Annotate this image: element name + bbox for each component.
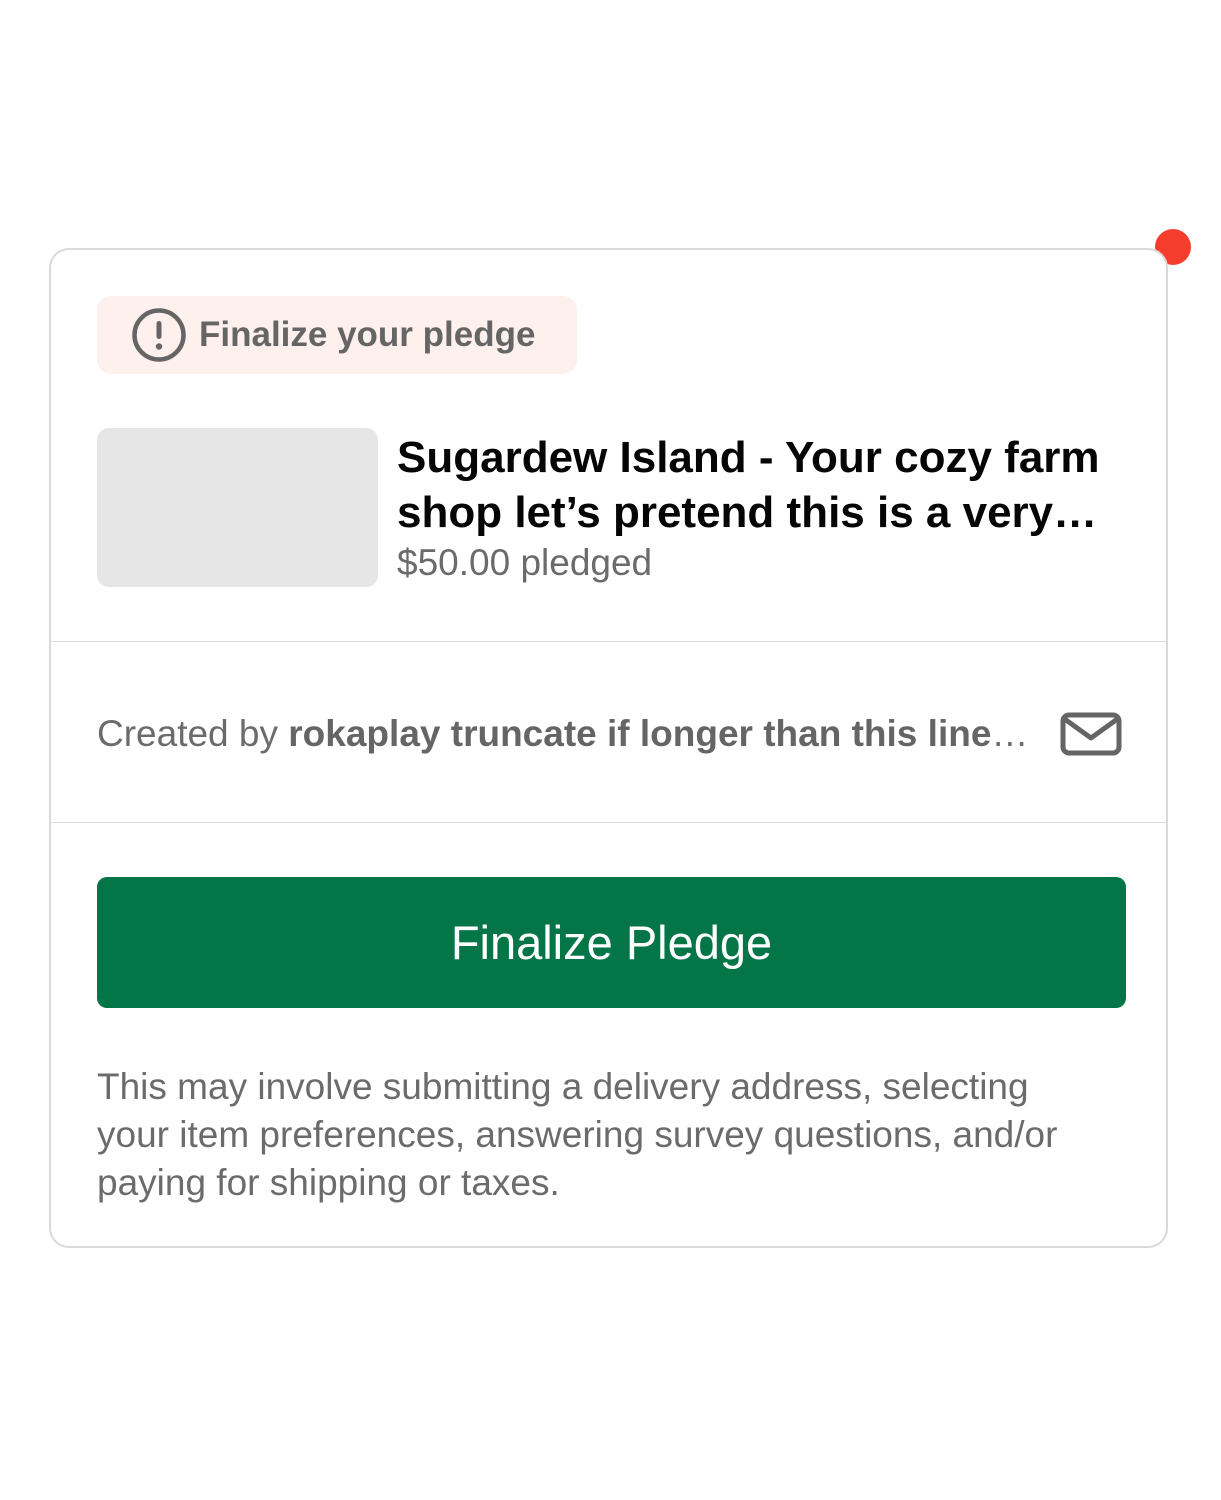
finalize-note: This may involve submitting a delivery a… <box>97 1066 1058 1203</box>
status-badge-label: Finalize your pledge <box>199 315 536 354</box>
pledged-amount: $50.00 pledged <box>397 542 653 583</box>
creator-row: Created by rokaplay truncate if longer t… <box>97 706 1122 762</box>
creator-text: Created by rokaplay truncate if longer t… <box>97 713 1060 755</box>
creator-prefix: Created by <box>97 713 289 754</box>
envelope-icon[interactable] <box>1060 712 1122 756</box>
divider <box>51 641 1166 642</box>
status-badge: Finalize your pledge <box>97 296 577 374</box>
pledge-card: Finalize your pledge Sugardew Island - Y… <box>49 248 1168 1248</box>
exclamation-circle-icon <box>131 307 187 363</box>
divider <box>51 822 1166 823</box>
project-title[interactable]: Sugardew Island - Your cozy farm shop le… <box>397 430 1137 540</box>
project-thumbnail[interactable] <box>97 428 378 587</box>
finalize-pledge-button[interactable]: Finalize Pledge <box>97 877 1126 1008</box>
creator-name[interactable]: rokaplay truncate if longer than this li… <box>288 713 1060 754</box>
